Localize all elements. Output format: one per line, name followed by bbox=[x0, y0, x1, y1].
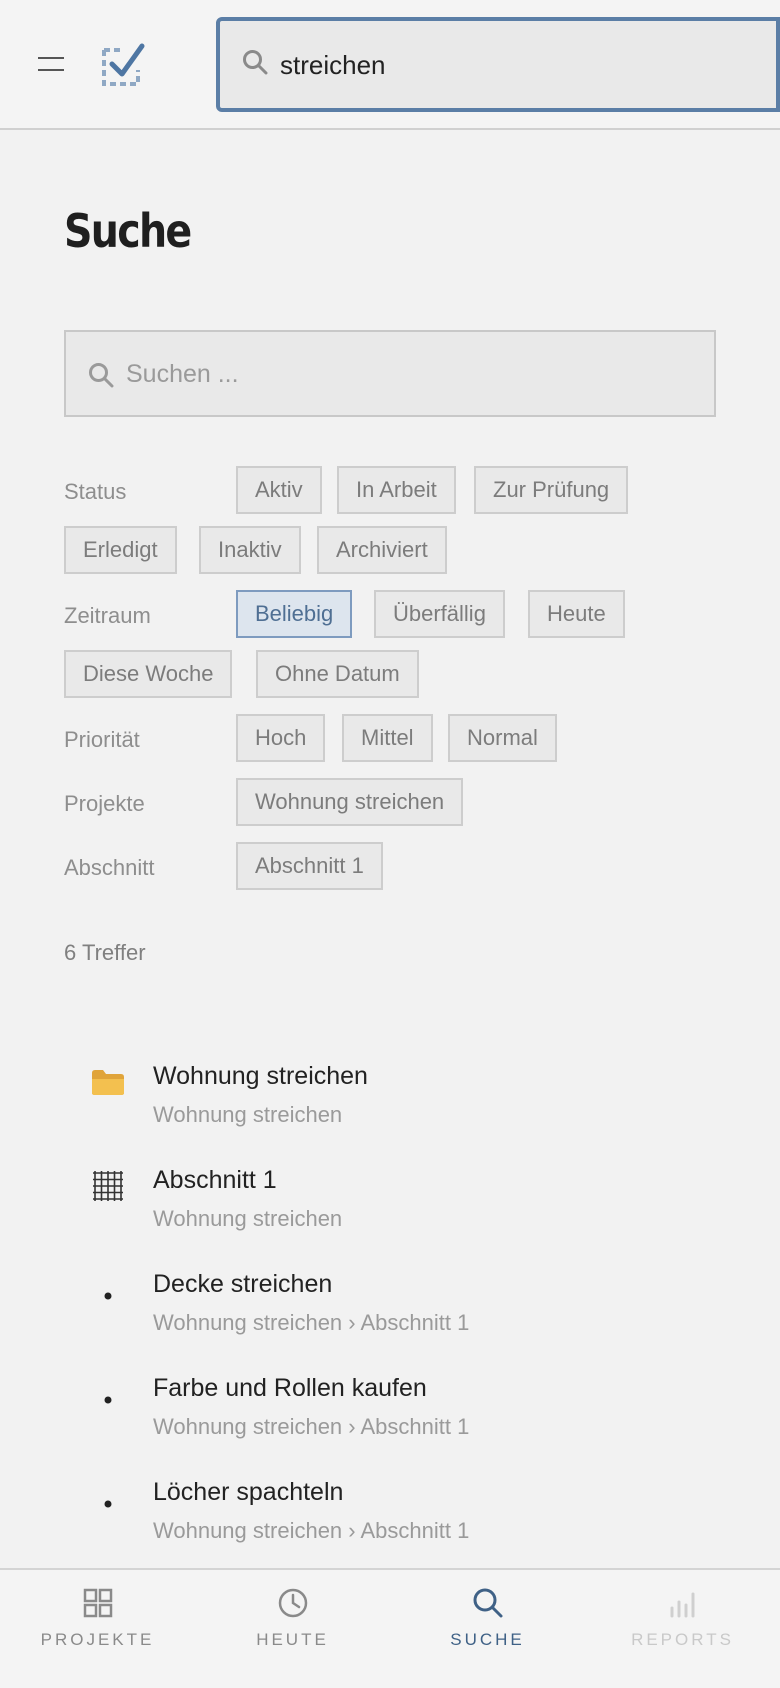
top-search-field[interactable] bbox=[216, 17, 780, 112]
page-title: Suche bbox=[64, 204, 192, 258]
filter-label-projekte: Projekte bbox=[64, 791, 145, 816]
chip-zeitraum-ohne-datum[interactable]: Ohne Datum bbox=[256, 650, 419, 698]
chip-status-zur-pruefung[interactable]: Zur Prüfung bbox=[474, 466, 629, 514]
result-path: Wohnung streichen › Abschnitt 1 bbox=[153, 1518, 470, 1543]
nav-reports[interactable]: REPORTS bbox=[585, 1570, 780, 1688]
result-item[interactable]: Decke streichen Wohnung streichen › Absc… bbox=[0, 1270, 780, 1370]
bar-chart-icon bbox=[666, 1586, 700, 1620]
nav-label: REPORTS bbox=[631, 1630, 734, 1649]
result-title: Löcher spachteln bbox=[153, 1478, 344, 1506]
search-icon bbox=[88, 362, 114, 393]
nav-projekte[interactable]: PROJEKTE bbox=[0, 1570, 195, 1688]
clock-icon bbox=[276, 1586, 310, 1620]
top-search-input[interactable] bbox=[280, 45, 760, 85]
result-path: Wohnung streichen › Abschnitt 1 bbox=[153, 1414, 470, 1439]
search-icon bbox=[242, 49, 268, 80]
chip-status-archiviert[interactable]: Archiviert bbox=[317, 526, 447, 574]
top-bar bbox=[0, 0, 780, 130]
result-title: Wohnung streichen bbox=[153, 1062, 368, 1090]
nav-label: PROJEKTE bbox=[40, 1630, 155, 1649]
nav-label: HEUTE bbox=[256, 1630, 329, 1649]
folder-icon bbox=[88, 1062, 128, 1102]
chip-status-aktiv[interactable]: Aktiv bbox=[236, 466, 322, 514]
grid-icon bbox=[81, 1586, 115, 1620]
result-title: Abschnitt 1 bbox=[153, 1166, 277, 1194]
chip-zeitraum-diese-woche[interactable]: Diese Woche bbox=[64, 650, 233, 698]
chip-status-erledigt[interactable]: Erledigt bbox=[64, 526, 177, 574]
chip-zeitraum-ueberfaellig[interactable]: Überfällig bbox=[374, 590, 505, 638]
nav-label: SUCHE bbox=[450, 1630, 525, 1649]
chip-zeitraum-heute[interactable]: Heute bbox=[528, 590, 625, 638]
filter-label-zeitraum: Zeitraum bbox=[64, 603, 151, 628]
chip-prioritaet-mittel[interactable]: Mittel bbox=[342, 714, 433, 762]
nav-suche[interactable]: SUCHE bbox=[390, 1570, 585, 1688]
result-item[interactable]: Farbe und Rollen kaufen Wohnung streiche… bbox=[0, 1374, 780, 1474]
filter-label-status: Status bbox=[64, 479, 127, 504]
result-path: Wohnung streichen bbox=[153, 1206, 343, 1231]
grid-icon bbox=[88, 1166, 128, 1206]
search-field[interactable] bbox=[64, 330, 716, 417]
chip-prioritaet-normal[interactable]: Normal bbox=[448, 714, 557, 762]
bullet-icon bbox=[88, 1270, 128, 1310]
bottom-nav: PROJEKTE HEUTE SUCHE REPORTS bbox=[0, 1568, 780, 1688]
search-input[interactable] bbox=[126, 354, 686, 394]
chip-prioritaet-hoch[interactable]: Hoch bbox=[236, 714, 326, 762]
chip-projekt-wohnung-streichen[interactable]: Wohnung streichen bbox=[236, 778, 464, 826]
chip-status-in-arbeit[interactable]: In Arbeit bbox=[337, 466, 456, 514]
nav-heute[interactable]: HEUTE bbox=[195, 1570, 390, 1688]
menu-icon[interactable] bbox=[34, 48, 68, 80]
bullet-icon bbox=[88, 1478, 128, 1518]
result-title: Decke streichen bbox=[153, 1270, 333, 1298]
result-path: Wohnung streichen bbox=[153, 1102, 343, 1127]
result-item[interactable]: Wohnung streichen Wohnung streichen bbox=[0, 1062, 780, 1162]
hit-count: 6 Treffer bbox=[64, 940, 146, 965]
filter-label-abschnitt: Abschnitt bbox=[64, 855, 155, 880]
chip-zeitraum-beliebig[interactable]: Beliebig bbox=[236, 590, 353, 638]
result-item[interactable]: Löcher spachteln Wohnung streichen › Abs… bbox=[0, 1478, 780, 1578]
chip-abschnitt-1[interactable]: Abschnitt 1 bbox=[236, 842, 383, 890]
search-icon bbox=[471, 1586, 505, 1620]
app-logo-icon bbox=[100, 40, 148, 88]
filter-label-prioritaet: Priorität bbox=[64, 727, 140, 752]
result-item[interactable]: Abschnitt 1 Wohnung streichen bbox=[0, 1166, 780, 1266]
result-title: Farbe und Rollen kaufen bbox=[153, 1374, 427, 1402]
bullet-icon bbox=[88, 1374, 128, 1414]
chip-status-inaktiv[interactable]: Inaktiv bbox=[199, 526, 301, 574]
result-path: Wohnung streichen › Abschnitt 1 bbox=[153, 1310, 470, 1335]
